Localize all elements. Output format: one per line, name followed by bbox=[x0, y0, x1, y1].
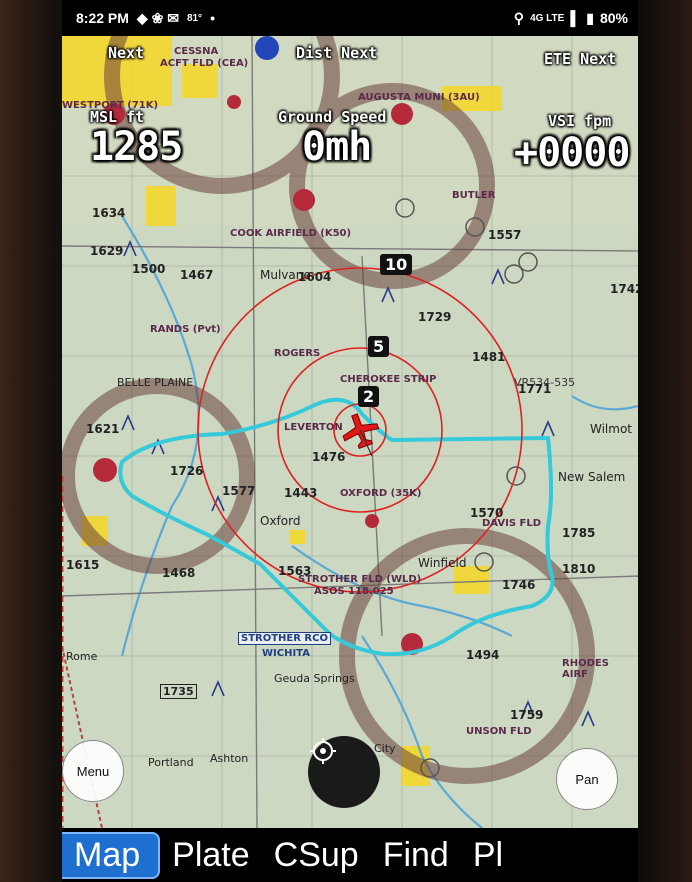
label-asos: ASOS 118.025 bbox=[314, 586, 394, 597]
sectional-map[interactable]: CESSNA ACFT FLD (CEA) WESTPORT (71K) AUG… bbox=[62, 36, 638, 828]
label-city: City bbox=[374, 742, 396, 755]
elev-1476: 1476 bbox=[312, 450, 346, 464]
elev-1771: 1771 bbox=[518, 382, 552, 396]
battery-icon: ▮ bbox=[586, 9, 594, 26]
range-ring-label-2: 2 bbox=[358, 386, 380, 407]
elev-1729: 1729 bbox=[418, 310, 452, 324]
elev-1746: 1746 bbox=[502, 578, 536, 592]
label-oxford-airport: OXFORD (35K) bbox=[340, 488, 422, 499]
status-temperature: 81° bbox=[186, 12, 203, 24]
label-augusta: AUGUSTA MUNI (3AU) bbox=[358, 92, 480, 103]
hud-ground-speed-value: 0mh bbox=[302, 124, 372, 170]
elev-1563: 1563 bbox=[278, 564, 312, 578]
network-indicator: 4G LTE bbox=[530, 12, 565, 24]
elev-1468: 1468 bbox=[162, 566, 196, 580]
hud-vsi-value: +0000 bbox=[514, 130, 630, 176]
label-rome: Rome bbox=[66, 650, 98, 663]
menu-button[interactable]: Menu bbox=[62, 740, 124, 802]
elev-1759: 1759 bbox=[510, 708, 544, 722]
elev-1500: 1500 bbox=[132, 262, 166, 276]
label-acft-fld: ACFT FLD (CEA) bbox=[160, 58, 249, 69]
elev-1467: 1467 bbox=[180, 268, 214, 282]
elev-1615: 1615 bbox=[66, 558, 100, 572]
elev-1604: 1604 bbox=[298, 270, 332, 284]
elev-1621: 1621 bbox=[86, 422, 120, 436]
elev-1634: 1634 bbox=[92, 206, 126, 220]
signal-icon: ▌ bbox=[570, 10, 581, 26]
phone-screen: 8:22 PM ◆ ❀ ✉ 81° • ⚲ 4G LTE ▌ ▮ 80% CES… bbox=[62, 0, 638, 882]
label-cook-airfield: COOK AIRFIELD (K50) bbox=[230, 228, 352, 239]
elev-1726: 1726 bbox=[170, 464, 204, 478]
battery-level: 80% bbox=[599, 10, 628, 26]
range-ring-label-10: 10 bbox=[380, 254, 413, 275]
elev-1557: 1557 bbox=[488, 228, 522, 242]
elev-1629: 1629 bbox=[90, 244, 124, 258]
menu-button-label: Menu bbox=[76, 763, 110, 779]
elev-1785: 1785 bbox=[562, 526, 596, 540]
pan-button-label: Pan bbox=[575, 771, 599, 787]
tab-map[interactable]: Map bbox=[62, 831, 161, 879]
location-icon: ⚲ bbox=[513, 9, 525, 26]
notification-icons: ◆ ❀ ✉ bbox=[136, 9, 179, 26]
bottom-tab-bar: Map Plate CSup Find Pl bbox=[62, 828, 638, 882]
elev-1443: 1443 bbox=[284, 486, 318, 500]
label-rands: RANDS (Pvt) bbox=[150, 324, 221, 335]
label-belle-plaine: BELLE PLAINE bbox=[117, 376, 194, 389]
tab-plate[interactable]: Plate bbox=[160, 836, 262, 875]
status-bar: 8:22 PM ◆ ❀ ✉ 81° • ⚲ 4G LTE ▌ ▮ 80% bbox=[62, 0, 638, 36]
label-oxford-town: Oxford bbox=[260, 514, 301, 528]
label-cessna: CESSNA bbox=[174, 46, 219, 57]
elev-1481: 1481 bbox=[472, 350, 506, 364]
label-strother-fld: STROTHER FLD (WLD) bbox=[298, 574, 422, 585]
hud-dist-next-label: Dist Next bbox=[296, 44, 378, 62]
center-location-button[interactable] bbox=[308, 736, 380, 808]
elev-1570: 1570 bbox=[470, 506, 504, 520]
label-leverton: LEVERTON bbox=[284, 422, 343, 433]
label-strother-rco: STROTHER RCO bbox=[238, 632, 331, 645]
hud-altitude-value: 1285 bbox=[90, 124, 183, 170]
hud-vsi-label: VSI fpm bbox=[548, 112, 612, 130]
label-butler: BUTLER bbox=[452, 190, 496, 201]
label-wichita: WICHITA bbox=[262, 648, 310, 659]
crosshair-icon bbox=[310, 738, 336, 764]
tab-plan[interactable]: Pl bbox=[461, 836, 515, 875]
phone-frame: 8:22 PM ◆ ❀ ✉ 81° • ⚲ 4G LTE ▌ ▮ 80% CES… bbox=[0, 0, 692, 882]
status-dot-icon: • bbox=[210, 10, 215, 26]
label-unson-fld: UNSON FLD bbox=[466, 726, 532, 737]
hud-ete-next-label: ETE Next bbox=[544, 50, 617, 68]
label-ashton: Ashton bbox=[210, 752, 249, 765]
label-cherokee-strip: CHEROKEE STRIP bbox=[340, 374, 437, 385]
label-geuda-springs: Geuda Springs bbox=[274, 672, 355, 685]
range-ring-label-5: 5 bbox=[368, 336, 390, 357]
label-new-salem: New Salem bbox=[558, 470, 626, 484]
elev-1577: 1577 bbox=[222, 484, 256, 498]
tab-find[interactable]: Find bbox=[371, 836, 461, 875]
label-winfield: Winfield bbox=[418, 556, 467, 570]
hud-next-label: Next bbox=[108, 44, 145, 62]
label-portland: Portland bbox=[148, 756, 194, 769]
pan-button[interactable]: Pan bbox=[556, 748, 618, 810]
label-wilmot: Wilmot bbox=[590, 422, 633, 436]
label-rogers: ROGERS bbox=[274, 348, 321, 359]
status-time: 8:22 PM bbox=[76, 10, 129, 26]
elev-1494: 1494 bbox=[466, 648, 500, 662]
elev-1742: 1742 bbox=[610, 282, 638, 296]
elev-1810: 1810 bbox=[562, 562, 596, 576]
label-rhodes-airfield: RHODES AIRF bbox=[562, 658, 609, 680]
elev-1735: 1735 bbox=[160, 684, 197, 699]
tab-csup[interactable]: CSup bbox=[262, 836, 371, 875]
